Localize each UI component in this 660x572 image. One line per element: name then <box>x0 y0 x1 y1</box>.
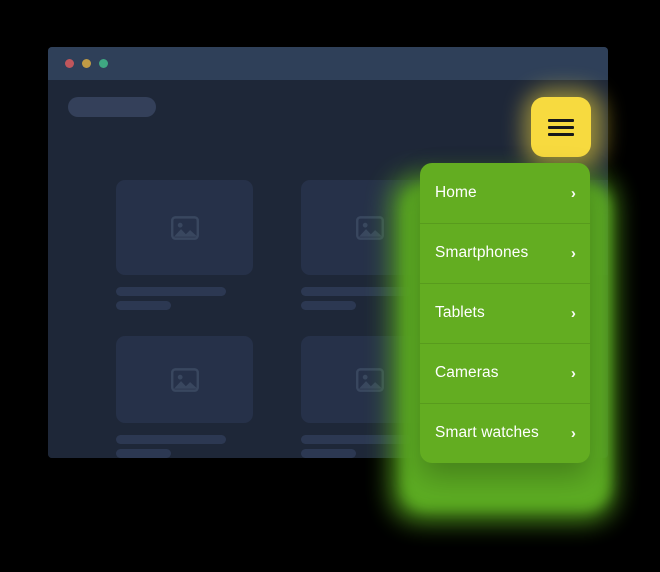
menu-item-cameras[interactable]: Cameras › <box>420 343 590 403</box>
chevron-right-icon: › <box>570 184 576 202</box>
menu-item-label: Home <box>435 184 477 201</box>
hamburger-menu-icon-bar-3 <box>548 132 574 136</box>
menu-item-tablets[interactable]: Tablets › <box>420 283 590 343</box>
menu-item-home[interactable]: Home › <box>420 163 590 223</box>
hamburger-menu-icon-bar-2 <box>548 125 574 129</box>
image-placeholder-icon <box>355 367 384 392</box>
traffic-lights <box>65 59 108 68</box>
menu-item-smartphones[interactable]: Smartphones › <box>420 223 590 283</box>
menu-item-label: Cameras <box>435 364 499 381</box>
chevron-right-icon: › <box>570 424 576 442</box>
image-placeholder-icon <box>170 215 199 240</box>
menu-item-label: Tablets <box>435 304 485 321</box>
menu-item-label: Smartphones <box>435 244 529 261</box>
minimize-window-button[interactable] <box>82 59 91 68</box>
maximize-window-button[interactable] <box>99 59 108 68</box>
dropdown-menu: Home › Smartphones › Tablets › Cameras › Smart w… <box>420 163 590 463</box>
menu-item-smart-watches[interactable]: Smart watches › <box>420 403 590 463</box>
chevron-right-icon: › <box>570 244 576 262</box>
card-text-placeholder <box>116 301 171 310</box>
product-card[interactable] <box>116 180 253 275</box>
card-text-placeholder <box>116 287 226 296</box>
card-text-placeholder <box>116 435 226 444</box>
card-text-placeholder <box>301 301 356 310</box>
image-placeholder-icon <box>355 215 384 240</box>
product-card[interactable] <box>116 336 253 423</box>
card-text-placeholder <box>116 449 171 458</box>
close-window-button[interactable] <box>65 59 74 68</box>
page-title-placeholder <box>68 97 156 117</box>
chevron-right-icon: › <box>570 364 576 382</box>
card-text-placeholder <box>301 449 356 458</box>
canvas: Home › Smartphones › Tablets › Cameras › Smart w… <box>0 0 660 572</box>
image-placeholder-icon <box>170 367 199 392</box>
chevron-right-icon: › <box>570 304 576 322</box>
hamburger-menu-icon-bar-1 <box>548 118 574 122</box>
hamburger-menu-button[interactable] <box>531 97 591 157</box>
menu-item-label: Smart watches <box>435 424 539 441</box>
window-titlebar <box>48 47 608 80</box>
